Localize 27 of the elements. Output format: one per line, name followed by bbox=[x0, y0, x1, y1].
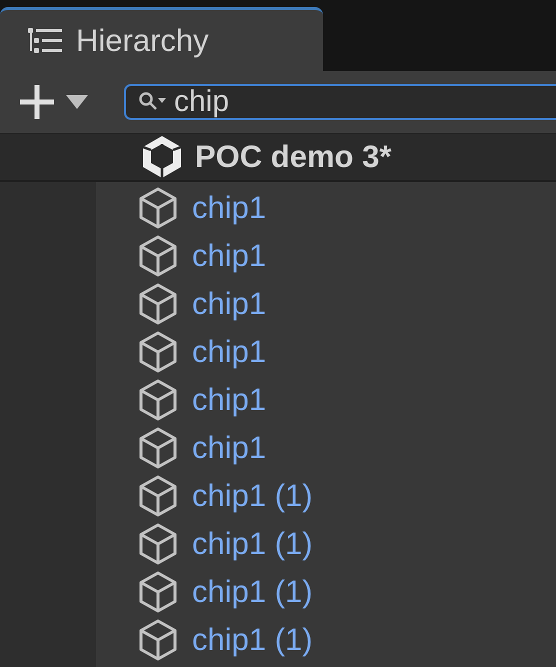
hierarchy-tab[interactable]: Hierarchy bbox=[0, 7, 323, 71]
cube-icon bbox=[138, 379, 178, 421]
search-field[interactable]: chip bbox=[124, 84, 556, 120]
object-name[interactable]: chip1 bbox=[192, 286, 266, 322]
object-name[interactable]: chip1 bbox=[192, 430, 266, 466]
list-icon bbox=[28, 26, 64, 54]
caret-icon bbox=[66, 95, 88, 109]
object-name[interactable]: chip1 (1) bbox=[192, 622, 313, 658]
cube-icon bbox=[138, 427, 178, 469]
object-name[interactable]: chip1 bbox=[192, 190, 266, 226]
cube-icon bbox=[138, 475, 178, 517]
object-name[interactable]: chip1 bbox=[192, 334, 266, 370]
object-name[interactable]: chip1 (1) bbox=[192, 574, 313, 610]
object-name[interactable]: chip1 bbox=[192, 382, 266, 418]
add-button[interactable] bbox=[18, 83, 88, 121]
cube-icon bbox=[138, 523, 178, 565]
cube-icon bbox=[138, 283, 178, 325]
cube-icon bbox=[138, 331, 178, 373]
tab-title: Hierarchy bbox=[76, 22, 209, 58]
cube-icon bbox=[138, 619, 178, 661]
cube-icon bbox=[138, 235, 178, 277]
object-name[interactable]: chip1 (1) bbox=[192, 526, 313, 562]
object-name[interactable]: chip1 (1) bbox=[192, 478, 313, 514]
cube-icon bbox=[138, 187, 178, 229]
object-name[interactable]: chip1 bbox=[192, 238, 266, 274]
plus-icon bbox=[18, 83, 56, 121]
cube-icon bbox=[138, 571, 178, 613]
